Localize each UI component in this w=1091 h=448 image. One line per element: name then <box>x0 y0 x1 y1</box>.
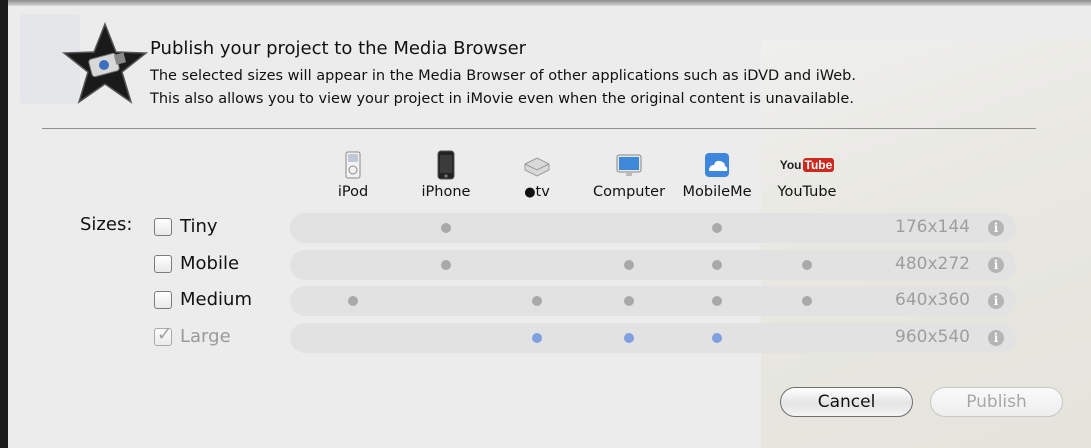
size-option-tiny[interactable]: Tiny <box>154 216 218 237</box>
dialog-title: Publish your project to the Media Browse… <box>150 38 527 59</box>
size-row-large: 960x540 i <box>290 323 1016 353</box>
info-icon[interactable]: i <box>988 293 1004 309</box>
availability-dot-iphone <box>441 223 451 233</box>
device-column-mobileme: MobileMe <box>672 150 762 200</box>
size-row-medium: 640x360 i <box>290 286 1016 316</box>
dialog-description-line-1: The selected sizes will appear in the Me… <box>150 68 856 84</box>
info-icon[interactable]: i <box>988 330 1004 346</box>
medium-label: Medium <box>180 289 252 310</box>
resolution-label: 640x360 <box>895 290 970 310</box>
availability-dot-computer <box>624 333 634 343</box>
size-row-mobile: 480x272 i <box>290 250 1016 280</box>
device-column-iphone: iPhone <box>401 150 491 200</box>
sizes-label: Sizes: <box>80 214 133 235</box>
availability-dot-computer <box>624 296 634 306</box>
availability-dot-computer <box>624 260 634 270</box>
size-option-mobile[interactable]: Mobile <box>154 253 239 274</box>
window-frame-left <box>0 0 8 448</box>
mobile-label: Mobile <box>180 253 240 274</box>
availability-dot-youtube <box>802 296 812 306</box>
availability-dot-ipod <box>348 296 358 306</box>
device-column-apple-tv: ●tv <box>492 150 582 200</box>
tiny-checkbox[interactable] <box>154 217 172 236</box>
resolution-label: 480x272 <box>895 254 970 274</box>
availability-dot-mobileme <box>712 260 722 270</box>
resolution-label: 176x144 <box>895 217 970 237</box>
size-option-large[interactable]: ✓ Large <box>154 324 231 347</box>
device-column-computer: Computer <box>584 150 674 200</box>
large-checkbox[interactable]: ✓ <box>154 324 172 346</box>
size-option-medium[interactable]: Medium <box>154 289 252 310</box>
publish-button[interactable]: Publish <box>930 387 1063 417</box>
device-label-computer: Computer <box>592 184 666 200</box>
availability-dot-mobileme <box>712 296 722 306</box>
availability-dot-iphone <box>441 260 451 270</box>
availability-dot-mobileme <box>712 223 722 233</box>
device-column-youtube: You Tube YouTube <box>762 150 852 200</box>
computer-icon <box>616 154 642 176</box>
device-label-mobileme: MobileMe <box>682 184 752 200</box>
cancel-button[interactable]: Cancel <box>780 387 913 417</box>
info-icon[interactable]: i <box>988 220 1004 236</box>
resolution-label: 960x540 <box>895 327 970 347</box>
iphone-icon <box>437 150 455 180</box>
large-label: Large <box>180 326 231 347</box>
device-column-ipod: iPod <box>308 150 398 200</box>
dialog-description-line-2: This also allows you to view your projec… <box>150 91 854 107</box>
availability-dot-mobileme <box>712 333 722 343</box>
ipod-icon <box>345 151 361 179</box>
availability-dot-apple-tv <box>532 333 542 343</box>
device-label-apple-tv: ●tv <box>524 184 550 200</box>
size-row-tiny: 176x144 i <box>290 213 1016 243</box>
imovie-star-icon <box>61 22 149 104</box>
info-icon[interactable]: i <box>988 257 1004 273</box>
device-label-iphone: iPhone <box>421 184 471 200</box>
tiny-label: Tiny <box>180 216 218 237</box>
window-title-edge <box>8 0 1091 6</box>
availability-dot-apple-tv <box>532 296 542 306</box>
header-divider <box>42 128 1036 129</box>
mobile-checkbox[interactable] <box>154 254 172 273</box>
device-label-youtube: YouTube <box>777 184 837 200</box>
availability-dot-youtube <box>802 260 812 270</box>
device-label-ipod: iPod <box>337 184 369 200</box>
youtube-icon: You Tube <box>779 158 835 172</box>
checkmark-icon: ✓ <box>157 323 173 345</box>
mobileme-icon <box>705 153 729 177</box>
apple-tv-icon <box>524 157 550 177</box>
medium-checkbox[interactable] <box>154 290 172 309</box>
